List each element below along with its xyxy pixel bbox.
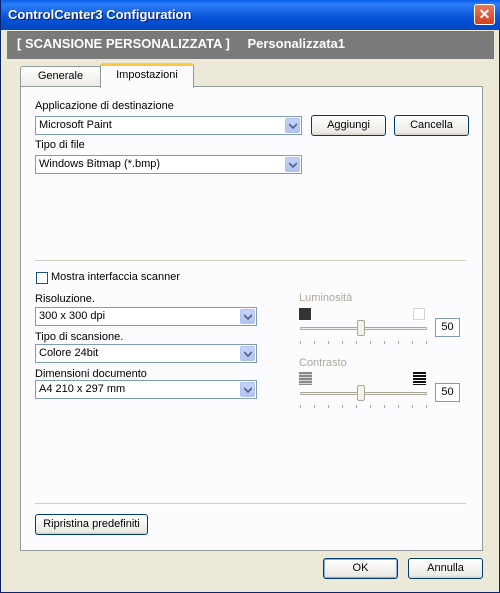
contrast-slider-thumb[interactable] bbox=[357, 385, 365, 401]
destination-label: Applicazione di destinazione bbox=[35, 100, 174, 112]
window-title: ControlCenter3 Configuration bbox=[8, 7, 192, 22]
delete-button-label: Cancella bbox=[410, 119, 453, 131]
chevron-down-icon[interactable] bbox=[240, 346, 255, 361]
dialog-window: ControlCenter3 Configuration ✕ [ SCANSIO… bbox=[0, 0, 500, 593]
tab-generale[interactable]: Generale bbox=[20, 66, 101, 87]
divider bbox=[35, 260, 466, 262]
profile-name: Personalizzata1 bbox=[247, 36, 345, 51]
scan-type-label: Tipo di scansione. bbox=[35, 331, 124, 343]
settings-panel: Applicazione di destinazione Microsoft P… bbox=[20, 86, 483, 551]
title-bar[interactable]: ControlCenter3 Configuration ✕ bbox=[1, 0, 500, 30]
add-button-label: Aggiungi bbox=[327, 119, 370, 131]
restore-defaults-label: Ripristina predefiniti bbox=[43, 518, 140, 530]
contrast-ticks bbox=[300, 405, 427, 409]
tab-label: Impostazioni bbox=[116, 69, 178, 81]
chevron-down-icon[interactable] bbox=[285, 118, 300, 133]
ok-button-label: OK bbox=[352, 562, 369, 574]
brightness-slider-thumb[interactable] bbox=[357, 320, 365, 336]
restore-defaults-button[interactable]: Ripristina predefiniti bbox=[35, 514, 148, 535]
close-button[interactable]: ✕ bbox=[474, 4, 495, 25]
scan-type-value: Colore 24bit bbox=[39, 347, 99, 359]
file-type-value: Windows Bitmap (*.bmp) bbox=[39, 158, 161, 170]
chevron-down-icon[interactable] bbox=[240, 309, 255, 324]
light-square-icon bbox=[413, 308, 425, 320]
high-contrast-icon bbox=[413, 372, 426, 385]
document-size-label: Dimensioni documento bbox=[35, 368, 147, 380]
brightness-ticks bbox=[300, 341, 427, 345]
resolution-select[interactable]: 300 x 300 dpi bbox=[35, 307, 257, 326]
dark-square-icon bbox=[299, 308, 311, 320]
close-icon: ✕ bbox=[478, 6, 491, 22]
scanner-ui-checkbox[interactable] bbox=[36, 272, 48, 284]
scanner-ui-label[interactable]: Mostra interfaccia scanner bbox=[51, 271, 180, 283]
document-size-select[interactable]: A4 210 x 297 mm bbox=[35, 380, 257, 399]
chevron-down-icon[interactable] bbox=[285, 157, 300, 172]
cancel-button[interactable]: Annulla bbox=[408, 558, 483, 579]
resolution-label: Risoluzione. bbox=[35, 293, 95, 305]
add-button[interactable]: Aggiungi bbox=[311, 115, 386, 136]
cancel-button-label: Annulla bbox=[427, 562, 464, 574]
file-type-label: Tipo di file bbox=[35, 139, 85, 151]
low-contrast-icon bbox=[299, 372, 312, 385]
contrast-label: Contrasto bbox=[299, 357, 347, 369]
chevron-down-icon[interactable] bbox=[240, 382, 255, 397]
ok-button[interactable]: OK bbox=[323, 558, 398, 579]
contrast-value[interactable]: 50 bbox=[435, 383, 460, 402]
destination-select[interactable]: Microsoft Paint bbox=[35, 116, 302, 135]
delete-button[interactable]: Cancella bbox=[394, 115, 469, 136]
document-size-value: A4 210 x 297 mm bbox=[39, 383, 126, 395]
brightness-value[interactable]: 50 bbox=[435, 318, 460, 337]
section-title: [ SCANSIONE PERSONALIZZATA ] bbox=[17, 36, 230, 51]
file-type-select[interactable]: Windows Bitmap (*.bmp) bbox=[35, 155, 302, 174]
divider bbox=[35, 503, 466, 505]
profile-header: [ SCANSIONE PERSONALIZZATA ] Personalizz… bbox=[7, 31, 494, 59]
tab-label: Generale bbox=[37, 70, 84, 82]
scan-type-select[interactable]: Colore 24bit bbox=[35, 344, 257, 363]
destination-value: Microsoft Paint bbox=[39, 119, 112, 131]
resolution-value: 300 x 300 dpi bbox=[39, 310, 106, 322]
tab-impostazioni[interactable]: Impostazioni bbox=[100, 63, 194, 88]
brightness-label: Luminosità bbox=[299, 292, 353, 304]
